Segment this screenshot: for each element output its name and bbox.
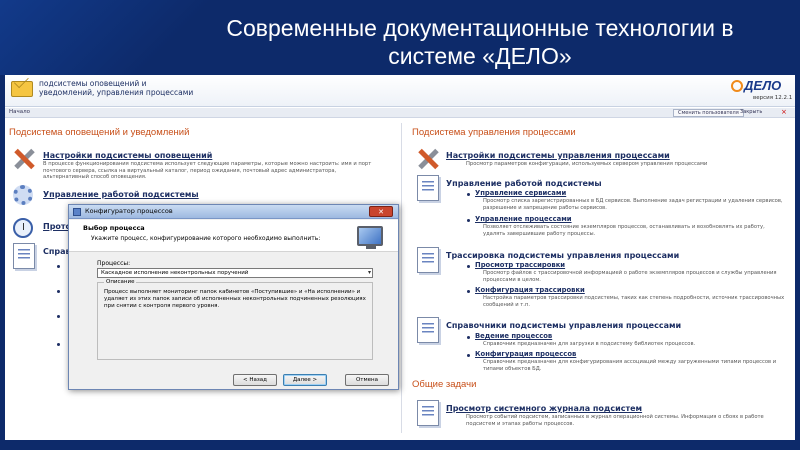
process-directories-title: Справочники подсистемы управления процес… — [446, 321, 682, 330]
clock-icon — [13, 218, 33, 238]
process-settings-link[interactable]: Настройки подсистемы управления процесса… — [446, 151, 670, 160]
back-button[interactable]: < Назад — [233, 374, 277, 386]
tracing-config-link[interactable]: Конфигурация трассировки — [475, 286, 585, 294]
close-icon[interactable]: × — [781, 108, 787, 116]
services-management-link[interactable]: Управление сервисами — [475, 189, 566, 197]
slide-footer — [0, 440, 800, 450]
process-configurator-dialog: Конфигуратор процессов ✕ Выбор процесса … — [68, 204, 399, 390]
system-log-desc: Просмотр событий подсистем, записанных в… — [466, 414, 764, 427]
system-log-link[interactable]: Просмотр системного журнала подсистем — [446, 404, 642, 413]
list-bullet — [467, 219, 470, 222]
app-icon — [73, 208, 81, 216]
directories-title: Справ — [43, 247, 71, 256]
dialog-subheading: Укажите процесс, конфигурирование которо… — [91, 235, 321, 242]
list-bullet — [467, 336, 470, 339]
view-tracing-desc: Просмотр файлов с трассировочной информа… — [483, 270, 777, 283]
document-icon — [417, 175, 439, 201]
list-bullet — [57, 290, 60, 293]
delo-logo-icon — [731, 80, 743, 92]
gear-icon — [13, 185, 33, 205]
work-management-title: Управление работой подсистемы — [446, 179, 602, 188]
envelope-icon — [11, 81, 33, 97]
document-icon — [417, 247, 439, 273]
notification-settings-desc: В процессе функционирования подсистема и… — [43, 161, 372, 181]
list-bullet — [467, 354, 470, 357]
close-link[interactable]: Закрыть — [740, 109, 762, 115]
tracing-config-desc: Настройка параметров трассировки подсист… — [483, 295, 785, 308]
tracing-title: Трассировка подсистемы управления процес… — [446, 251, 680, 260]
dialog-titlebar[interactable]: Конфигуратор процессов ✕ — [69, 205, 398, 219]
description-text: Процесс выполняет мониторинг папок кабин… — [104, 289, 366, 309]
dialog-header: Выбор процесса Укажите процесс, конфигур… — [69, 220, 398, 252]
next-button[interactable]: Далее > — [283, 374, 327, 386]
nav-bar: Начало Сменить пользователя Закрыть × — [5, 108, 795, 118]
dialog-button-row: < Назад Далее > Отмена — [69, 368, 398, 389]
change-user-button[interactable]: Сменить пользователя — [673, 109, 744, 117]
list-bullet — [57, 315, 60, 318]
cancel-button[interactable]: Отмена — [345, 374, 389, 386]
services-management-desc: Просмотр списка зарегистрированных в БД … — [483, 198, 783, 211]
list-bullet — [57, 343, 60, 346]
app-header: подсистемы оповещений и уведомлений, упр… — [5, 75, 795, 107]
process-settings-desc: Просмотр параметров конфигурации, исполь… — [466, 161, 708, 167]
column-divider — [401, 123, 402, 433]
process-management-link[interactable]: Управление процессами — [475, 215, 572, 223]
version-label: версия 12.2.1 — [753, 95, 793, 101]
home-link[interactable]: Начало — [9, 109, 30, 115]
view-tracing-link[interactable]: Просмотр трассировки — [475, 261, 565, 269]
process-select[interactable]: Каскадное исполнение неконтрольных поруч… — [97, 268, 373, 278]
dialog-close-button[interactable]: ✕ — [369, 206, 393, 217]
document-icon — [417, 400, 439, 426]
processes-label: Процессы: — [97, 260, 131, 267]
right-section-title: Подсистема управления процессами — [412, 127, 576, 138]
list-bullet — [467, 265, 470, 268]
subsystem-management-link[interactable]: Управление работой подсистемы — [43, 190, 199, 199]
tools-icon — [417, 147, 441, 171]
selected-process: Каскадное исполнение неконтрольных поруч… — [101, 270, 249, 276]
process-maintenance-desc: Справочник предназначен для загрузки в п… — [483, 341, 696, 347]
dialog-heading: Выбор процесса — [83, 224, 145, 232]
chevron-down-icon[interactable]: ▾ — [368, 269, 371, 277]
list-bullet — [467, 193, 470, 196]
delo-logo: ДЕЛО — [731, 78, 781, 93]
document-icon — [13, 243, 35, 269]
protocol-link[interactable]: Прото — [43, 222, 71, 231]
list-bullet — [467, 290, 470, 293]
process-config-desc: Справочник предназначен для конфигуриров… — [483, 359, 777, 372]
tools-icon — [13, 147, 37, 171]
left-section-title: Подсистема оповещений и уведомлений — [9, 127, 190, 138]
app-header-title: подсистемы оповещений и уведомлений, упр… — [39, 79, 194, 97]
notification-settings-link[interactable]: Настройки подсистемы оповещений — [43, 151, 212, 160]
monitor-icon — [357, 226, 383, 249]
list-bullet — [57, 265, 60, 268]
process-maintenance-link[interactable]: Ведение процессов — [475, 332, 552, 340]
description-group: Описание Процесс выполняет мониторинг па… — [97, 279, 373, 360]
process-management-desc: Позволяет отслеживать состояние экземпля… — [483, 224, 765, 237]
description-label: Описание — [104, 279, 137, 285]
process-config-link[interactable]: Конфигурация процессов — [475, 350, 576, 358]
document-icon — [417, 317, 439, 343]
dialog-title: Конфигуратор процессов — [85, 207, 173, 215]
general-tasks-title: Общие задачи — [412, 379, 477, 390]
slide-title: Современные документационные технологии … — [226, 15, 734, 69]
